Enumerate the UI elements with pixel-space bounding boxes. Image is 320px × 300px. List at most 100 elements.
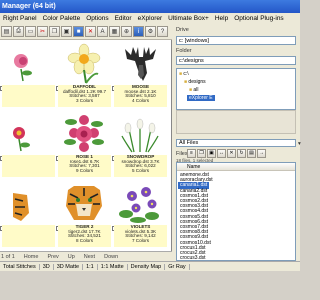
folder-icon: ■ [184,79,188,85]
list-view-icon[interactable]: ≡ [187,149,196,158]
settings-icon[interactable]: ⚙ [145,26,156,37]
file-list: Name anemone.dst auroraclary.dst canaria1.… [176,162,296,261]
design-label: VIOLETS violets.dst 5.3K Stitches: 9,142 7 … [114,225,167,247]
menu-right-panel[interactable]: Right Panel [0,15,40,22]
tree-node[interactable]: ■ all [189,87,198,93]
gallery-item[interactable]: TIGER 2 tiger2.dst 17.7K Stitches: 34,521 8… [56,180,112,249]
desktop-background [0,271,300,300]
help-icon[interactable]: ? [157,26,168,37]
menu-help[interactable]: Help [212,15,231,22]
arrow-icon[interactable]: → [257,149,266,158]
copy-icon[interactable]: ❐ [197,149,206,158]
file-row[interactable]: crocus3.dst [180,255,206,260]
menu-ultimate-box[interactable]: Ultimate Box+ [165,15,212,22]
print-icon[interactable]: ⎙ [13,26,24,37]
menu-bar: Right Panel Color Palette Options Editor… [0,13,300,24]
status-3d[interactable]: 3D [40,263,54,270]
snowdrop-image [114,111,166,155]
tree-node-selected[interactable]: eXplorer E [187,95,215,101]
drive-select[interactable]: c: [windows] [176,36,296,45]
design-label: DAFFODIL daffodil.dst 1.2K 99.7 Stitches: … [58,85,111,107]
folder-label: Folder [176,48,192,54]
violets-image [114,181,166,225]
gallery-item[interactable] [0,180,56,249]
file-count: 18 files, 1 selected [176,158,214,163]
gallery-item[interactable]: ROSE 1 rose1.dst 6.7K Stitches: 7,301 9 Col… [56,110,112,179]
copy-icon[interactable]: ❐ [49,26,60,37]
files-label: Files [176,151,188,157]
down-button[interactable]: Down [104,254,118,260]
filter-select[interactable]: All Files [176,139,296,147]
design-label: TIGER 2 tiger2.dst 17.7K Stitches: 34,521 8… [58,225,111,247]
prev-button[interactable]: Prev [47,254,58,260]
file-row[interactable]: crocus4.dst [180,260,206,261]
folder-tree: ■ c:\ ■ designs ■ all eXplorer E [176,68,296,110]
info-icon[interactable]: i [133,26,144,37]
flower-red-image [2,111,54,155]
status-1-1[interactable]: 1:1 [83,263,98,270]
folder-icon: ■ [179,71,183,77]
title-bar: Manager (64 bit) [0,0,300,13]
moose-image [114,41,166,85]
status-total-stitches[interactable]: Total Stitches [0,263,40,270]
name-column-header[interactable]: Name [177,163,295,171]
delete-icon[interactable]: ✕ [85,26,96,37]
paste-icon[interactable]: ▣ [207,149,216,158]
design-label: ROSE 1 rose1.dst 6.7K Stitches: 7,301 9 Col… [58,155,111,177]
tiger-image [58,181,110,225]
design-label: MOOSE moose.dst 2.1K Stitches: 5,810 4 Colo… [114,85,167,107]
panel-separator [176,110,296,134]
refresh-icon[interactable]: ↻ [237,149,246,158]
design-label [2,155,55,177]
folder-icon: ■ [189,87,193,93]
next-button[interactable]: Next [84,254,95,260]
menu-explorer[interactable]: eXplorer [135,15,166,22]
folder-field[interactable]: c:\designs [176,56,296,65]
save-icon[interactable]: ▤ [247,149,256,158]
toolbar: ▤ ⎙ ▭ ✂ ❐ ▣ ■ ✕ A ▦ ⊕ i ⚙ ? [0,24,172,40]
design-label: SNOWDROP snowdrop.dst 3.7K Stitches: 6,022… [114,155,167,177]
tiger-partial-image [2,181,54,225]
gallery-item[interactable]: DAFFODIL daffodil.dst 1.2K 99.7 Stitches: … [56,40,112,109]
menu-optional-plugins[interactable]: Optional Plug-ins [231,15,287,22]
gallery-item[interactable]: MOOSE moose.dst 2.1K Stitches: 5,810 4 Colo… [112,40,168,109]
design-label [2,85,55,107]
rose-image [58,111,110,155]
status-3d-matte[interactable]: 3D Matte [54,263,84,270]
gallery-navigation: 1 of 1 Home Prev Up Next Down [0,251,172,261]
daffodil-image [58,41,110,85]
design-label [2,225,55,247]
gallery-item[interactable]: SNOWDROP snowdrop.dst 3.7K Stitches: 6,022… [112,110,168,179]
gallery-item[interactable] [0,110,56,179]
tree-node[interactable]: ■ c:\ [179,71,189,77]
disk-icon[interactable]: ▤ [1,26,12,37]
move-icon[interactable]: ↔ [217,149,226,158]
explorer-panel: Drive c: [windows] Folder c:\designs ■ c… [173,24,301,261]
application-window: Manager (64 bit) Right Panel Color Palet… [0,0,301,300]
paste-icon[interactable]: ▣ [61,26,72,37]
gallery-item[interactable]: VIOLETS violets.dst 5.3K Stitches: 9,142 7 … [112,180,168,249]
drive-label: Drive [176,27,189,33]
grid-icon[interactable]: ▦ [109,26,120,37]
gallery-item[interactable] [0,40,56,109]
rose-pink-image [2,41,54,85]
menu-options[interactable]: Options [83,15,111,22]
chevron-down-icon[interactable]: ▾ [298,141,301,147]
home-button[interactable]: Home [24,254,39,260]
status-density-map[interactable]: Density Map [128,263,166,270]
folder-icon[interactable]: ▭ [25,26,36,37]
up-button[interactable]: Up [68,254,75,260]
text-icon[interactable]: A [97,26,108,37]
menu-editor[interactable]: Editor [112,15,135,22]
menu-color-palette[interactable]: Color Palette [40,15,84,22]
design-gallery: DAFFODIL daffodil.dst 1.2K 99.7 Stitches: … [0,40,172,251]
page-indicator: 1 of 1 [1,253,15,260]
view-icon[interactable]: ■ [73,26,84,37]
status-gr-ray[interactable]: Gr Ray [165,263,190,270]
tree-node[interactable]: ■ designs [184,79,206,85]
status-1-1-matte[interactable]: 1:1 Matte [98,263,128,270]
zoom-icon[interactable]: ⊕ [121,26,132,37]
cut-icon[interactable]: ✂ [37,26,48,37]
delete-icon[interactable]: ✕ [227,149,236,158]
status-bar: Total Stitches 3D 3D Matte 1:1 1:1 Matte… [0,261,300,271]
